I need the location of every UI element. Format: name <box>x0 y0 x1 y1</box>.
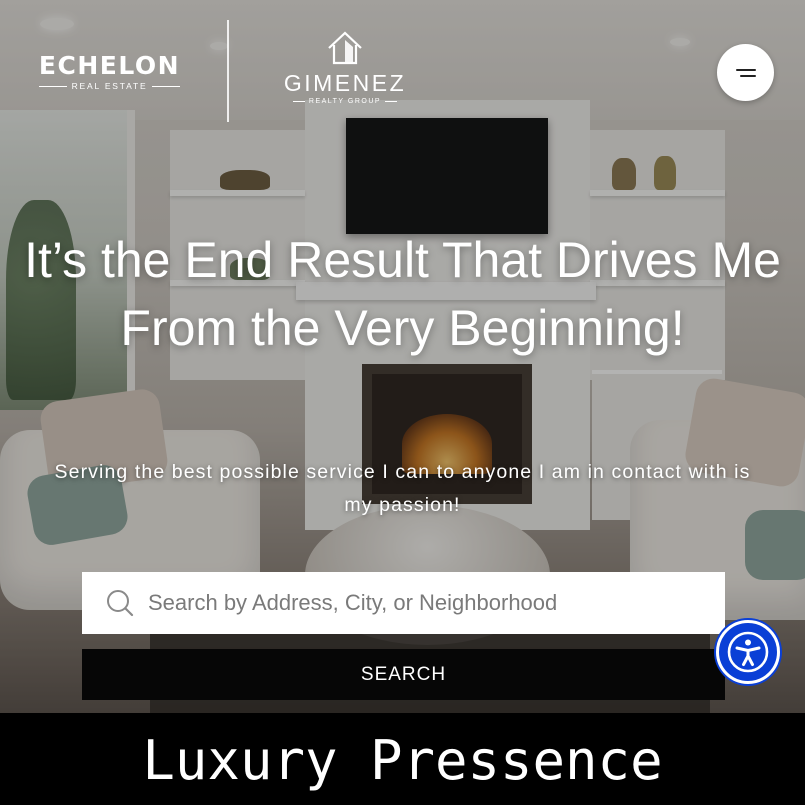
echelon-logo[interactable]: ECHELON REAL ESTATE <box>32 52 187 91</box>
search-icon <box>107 590 134 617</box>
search-bar <box>82 572 725 634</box>
caption-banner: Luxury Pressence <box>0 713 805 805</box>
echelon-logo-name: ECHELON <box>38 51 181 80</box>
hero-subheadline: Serving the best possible service I can … <box>54 461 751 516</box>
caption-text: Luxury Pressence <box>142 729 663 792</box>
accessibility-icon <box>727 631 769 673</box>
accessibility-button[interactable] <box>716 620 780 684</box>
gimenez-logo-tagline: REALTY GROUP <box>308 98 382 105</box>
hero-headline: It’s the End Result That Drives Me From … <box>24 232 781 356</box>
gimenez-logo-name: GIMENEZ <box>283 70 407 96</box>
menu-button[interactable] <box>717 44 774 101</box>
gimenez-logo[interactable]: GIMENEZ REALTY GROUP <box>270 30 420 105</box>
search-input[interactable] <box>148 572 718 634</box>
echelon-logo-tagline: REAL ESTATE <box>71 81 148 91</box>
logo-divider <box>227 20 229 122</box>
search-button[interactable]: SEARCH <box>82 649 725 700</box>
house-icon <box>328 31 362 65</box>
